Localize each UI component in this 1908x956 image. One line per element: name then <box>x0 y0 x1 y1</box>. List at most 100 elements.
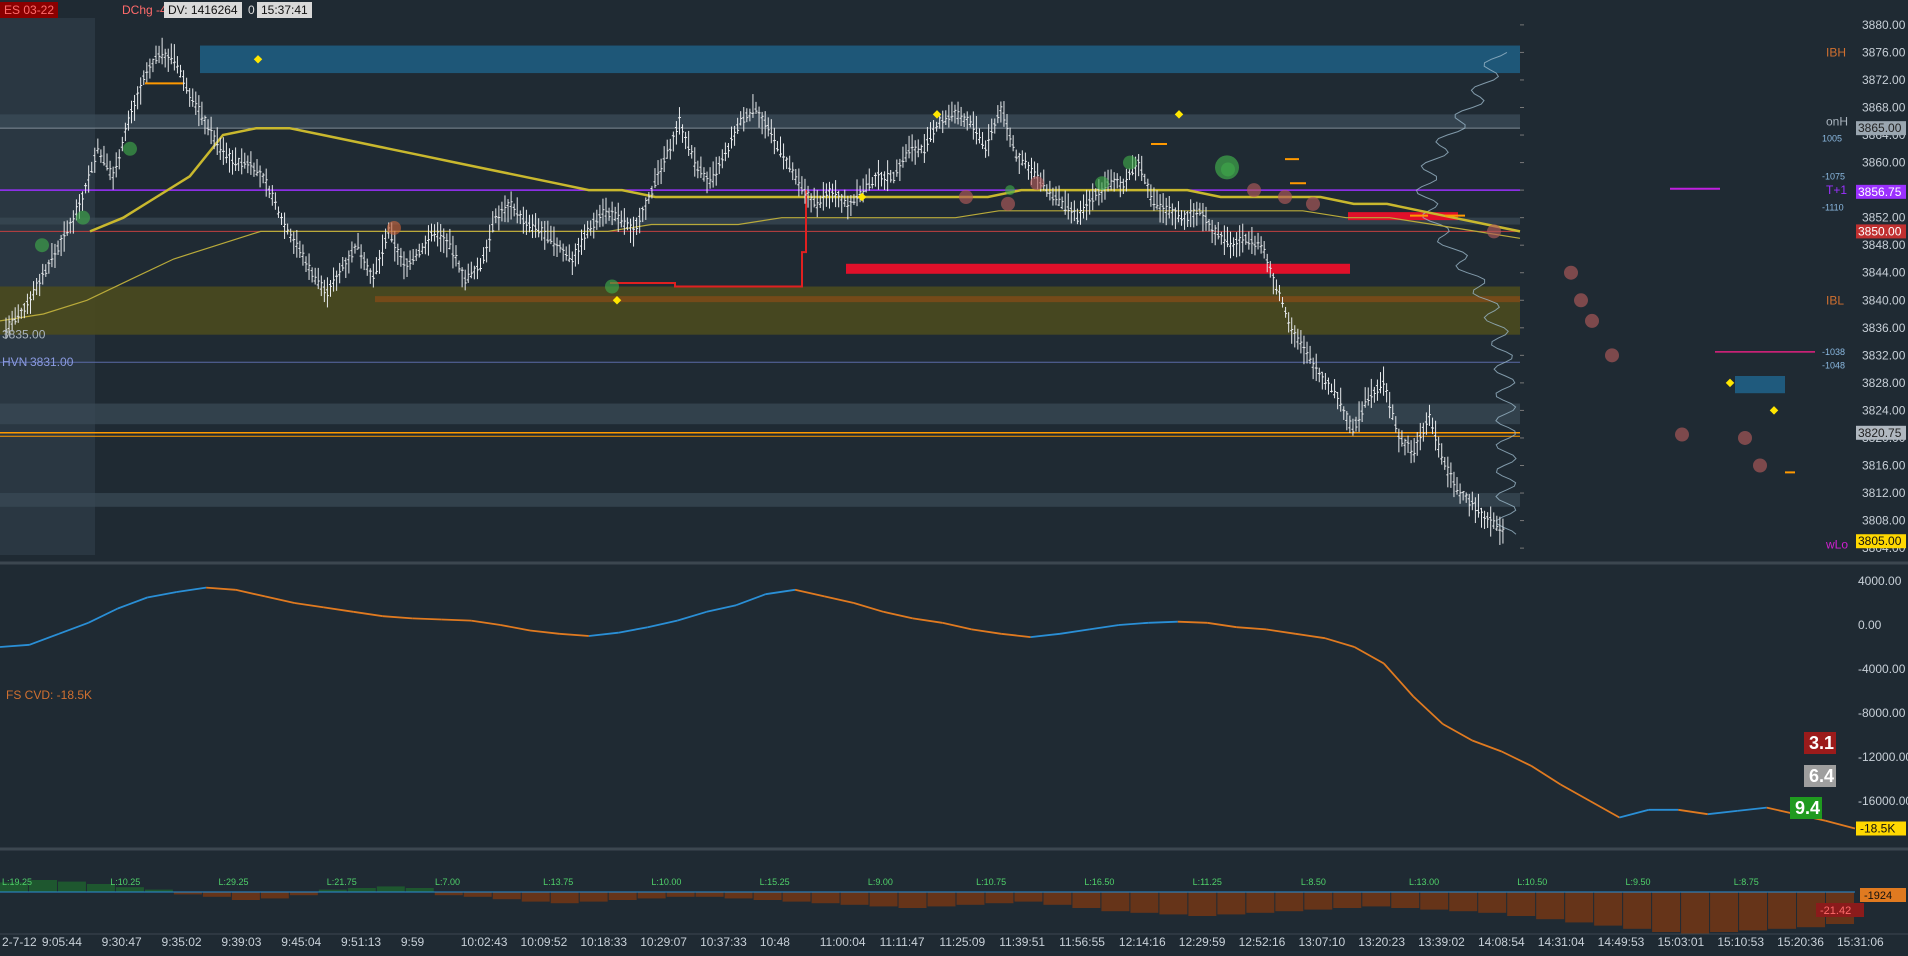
time-tick-label: 13:07:10 <box>1298 935 1345 949</box>
time-tick-label: 10:48 <box>760 935 790 949</box>
delta-level-label: L:8.50 <box>1301 877 1326 887</box>
delta-bar <box>956 892 985 905</box>
trading-chart: 3880.003876.003872.003868.003864.003860.… <box>0 0 1908 951</box>
time-tick-label: 10:02:43 <box>461 935 508 949</box>
delta-bar <box>1507 892 1536 916</box>
cvd-current-label: -18.5K <box>1860 822 1895 836</box>
signal-circle <box>1306 196 1320 211</box>
delta-bar <box>1565 892 1594 923</box>
cvd-segment <box>412 617 442 621</box>
delta-level-label: L:21.75 <box>327 877 357 887</box>
delta-bar <box>376 886 405 892</box>
time-tick-label: 12:29:59 <box>1179 935 1226 949</box>
annotation-label: 3805.00 <box>1858 534 1902 548</box>
price-tick-label: 3848.00 <box>1862 238 1906 252</box>
profile-label: -1110 <box>1822 202 1844 212</box>
time-tick-label: 10:09:52 <box>521 935 568 949</box>
annotation-label: 3835.00 <box>2 328 46 342</box>
time-tick-label: 14:31:04 <box>1538 935 1585 949</box>
daily-volume: DV: 1416264 <box>164 2 242 18</box>
time-tick-label: 12:52:16 <box>1239 935 1286 949</box>
signal-circle <box>1247 183 1261 198</box>
delta-level-label: L:9.00 <box>868 877 893 887</box>
delta-bar <box>1072 892 1101 908</box>
symbol-badge: ES 03-22 <box>0 2 59 18</box>
delta-level-label: L:11.25 <box>1193 877 1222 887</box>
cvd-badge-value: 3.1 <box>1809 733 1834 753</box>
delta-bar <box>1478 892 1507 913</box>
price-tick-label: 3824.00 <box>1862 403 1906 417</box>
delta-level-label: L:10.75 <box>976 877 1006 887</box>
delta-bar <box>1420 892 1449 910</box>
cvd-segment <box>1177 620 1208 624</box>
zone-late-blue <box>1735 376 1785 394</box>
delta-level-label: L:29.25 <box>218 877 248 887</box>
delta-bar <box>637 892 666 899</box>
time-tick-label: 2-7-12 <box>2 935 37 949</box>
time-tick-label: 9:59 <box>401 935 425 949</box>
signal-circle-large <box>1215 155 1239 180</box>
cvd-segment <box>441 618 472 622</box>
delta-bar <box>1275 892 1304 912</box>
signal-circle <box>1564 265 1578 280</box>
delta-level-label: L:13.75 <box>543 877 573 887</box>
delta-bar <box>28 880 57 892</box>
time-tick-label: 15:31:06 <box>1837 935 1884 949</box>
signal-circle <box>123 141 137 156</box>
delta-bar <box>550 892 579 904</box>
delta-bar <box>260 892 289 899</box>
time-tick-label: 11:25:09 <box>939 935 985 949</box>
annotation-label: HVN <box>2 355 27 369</box>
price-tick-label: 3840.00 <box>1862 293 1906 307</box>
price-tick-label: 3860.00 <box>1862 156 1906 170</box>
time-tick-label: 11:00:04 <box>820 935 866 949</box>
delta-bar <box>1101 892 1130 912</box>
signal-circle <box>1001 196 1015 211</box>
cvd-tick-label: -4000.00 <box>1858 662 1906 676</box>
price-tick-label: 3876.00 <box>1862 45 1906 59</box>
signal-circle <box>605 279 619 294</box>
annotation-label: IBL <box>1826 293 1844 307</box>
delta-bar <box>1768 892 1797 929</box>
delta-bar <box>1594 892 1623 926</box>
signal-circle <box>1030 176 1044 191</box>
delta-bar <box>492 892 521 900</box>
cvd-tick-label: 0.00 <box>1858 618 1882 632</box>
price-tick-label: 3852.00 <box>1862 211 1906 225</box>
zone-mid-band <box>0 403 1520 425</box>
time-tick-label: 15:20:36 <box>1777 935 1824 949</box>
signal-circle <box>1123 155 1137 170</box>
delta-bar <box>869 892 898 907</box>
time-tick-label: 9:51:13 <box>341 935 381 949</box>
delta-level-label: L:10.00 <box>651 877 681 887</box>
delta-level-label: L:10.50 <box>1517 877 1547 887</box>
price-tick-label: 3844.00 <box>1862 266 1906 280</box>
delta-bar <box>1739 892 1768 931</box>
delta-bar <box>1681 892 1710 934</box>
delta-bar <box>1043 892 1072 905</box>
delta-bar <box>1362 892 1391 907</box>
delta-level-label: L:10.25 <box>110 877 140 887</box>
delta-level-label: L:7.00 <box>435 877 460 887</box>
delta-bar <box>1014 892 1043 902</box>
time-tick-label: 15:10:53 <box>1717 935 1764 949</box>
zone-ibh-band <box>200 45 1520 74</box>
delta-bar <box>811 892 840 904</box>
delta-level-label: L:9.50 <box>1626 877 1651 887</box>
signal-circle <box>1574 293 1588 308</box>
time-tick-label: 13:39:02 <box>1418 935 1465 949</box>
delta-level-label: L:13.00 <box>1409 877 1439 887</box>
delta-bar <box>347 888 376 892</box>
annotation-label: 3865.00 <box>1858 121 1902 135</box>
time-tick-label: 9:39:03 <box>221 935 261 949</box>
delta-bar <box>1710 892 1739 932</box>
delta-bar <box>927 892 956 907</box>
delta-bar <box>231 892 260 900</box>
cvd-tick-label: -12000.00 <box>1858 750 1908 764</box>
profile-label: -1038 <box>1822 347 1845 357</box>
signal-circle <box>1487 224 1501 239</box>
annotation-label: 3850.00 <box>1858 224 1902 238</box>
annotation-label: wLo <box>1825 538 1848 552</box>
delta-bar <box>1449 892 1478 912</box>
delta-bar <box>753 892 782 900</box>
